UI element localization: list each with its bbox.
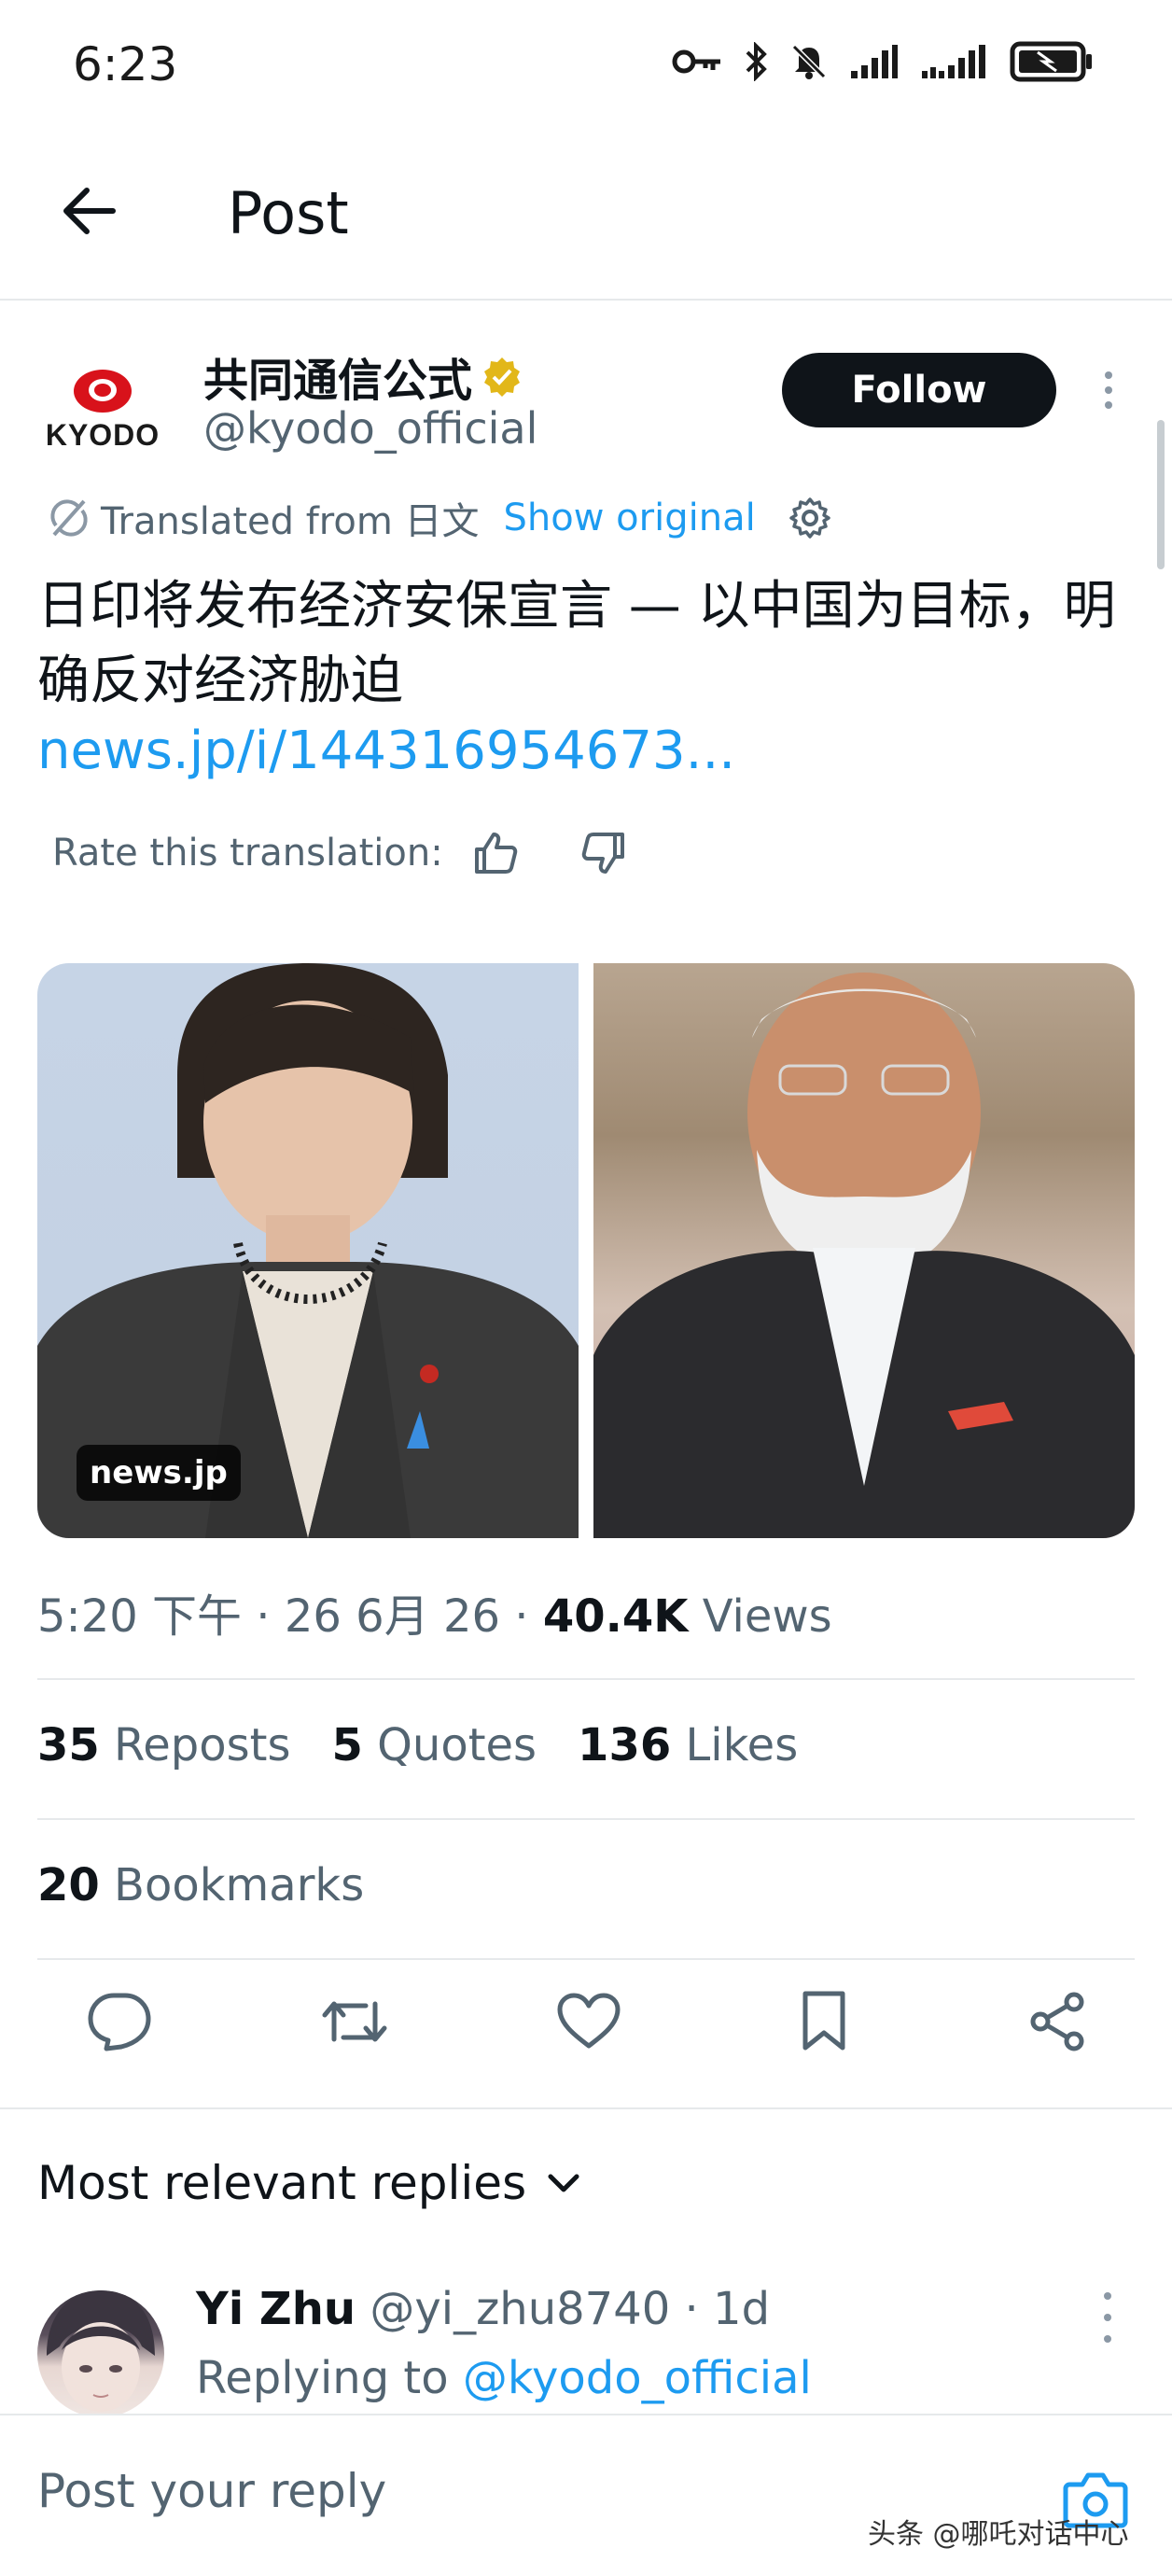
thumbs-down-icon[interactable] <box>579 829 628 877</box>
divider <box>37 1818 1135 1820</box>
replying-prefix: Replying to <box>196 2352 463 2404</box>
thumbs-up-icon[interactable] <box>471 829 520 877</box>
post-text: 日印将发布经济安保宣言 — 以中国为目标，明确反对经济胁迫 <box>37 576 1116 711</box>
mute-icon <box>791 44 827 79</box>
quotes-stat[interactable]: 5 Quotes <box>331 1719 537 1771</box>
rate-translation-row: Rate this translation: <box>52 829 628 877</box>
post-timestamp-views: 5:20 下午 · 26 6月 26 · 40.4K Views <box>37 1579 832 1645</box>
reply-input[interactable]: Post your reply <box>37 2464 386 2518</box>
share-button[interactable] <box>1021 1984 1095 2059</box>
arrow-left-icon <box>63 188 116 234</box>
translate-icon <box>50 499 88 537</box>
more-dot-icon <box>1105 386 1112 394</box>
kyodo-logo-mark <box>74 369 132 413</box>
views-count: 40.4K <box>542 1590 689 1643</box>
share-icon <box>1030 1992 1084 2051</box>
status-icons <box>672 41 1094 82</box>
author-name-text: 共同通信公式 <box>203 355 473 407</box>
bookmarks-count: 20 <box>37 1859 100 1911</box>
comment-icon <box>88 1993 151 2051</box>
watermark-text: 头条 @哪吒对话中心 <box>868 2518 1129 2551</box>
reply-more-options[interactable] <box>1094 2292 1122 2343</box>
author-avatar[interactable]: KYODO <box>37 355 168 467</box>
replies-sort-dropdown[interactable]: Most relevant replies <box>37 2156 582 2210</box>
views-label: Views <box>688 1590 832 1643</box>
more-dot-icon <box>1104 2292 1111 2300</box>
translation-row: Translated from 日文 Show original <box>49 491 832 545</box>
post-media[interactable]: news.jp <box>37 963 1135 1538</box>
show-original-link[interactable]: Show original <box>504 497 756 539</box>
replying-handle-link[interactable]: @kyodo_official <box>463 2352 812 2404</box>
post-time: 5:20 下午 · 26 6月 26 · <box>37 1590 543 1643</box>
bookmark-icon <box>802 1991 844 2051</box>
more-dot-icon <box>1105 401 1112 409</box>
key-icon <box>672 49 720 74</box>
more-dot-icon <box>1105 371 1112 379</box>
signal-icon <box>851 45 898 78</box>
engagement-stats: 35 Reposts 5 Quotes 136 Likes <box>37 1719 798 1771</box>
post-link[interactable]: news.jp/i/144316954673... <box>37 721 735 781</box>
reply-header: Yi Zhu @yi_zhu8740 · 1d <box>196 2283 770 2335</box>
more-options-button[interactable] <box>1090 362 1127 418</box>
anime-avatar-image <box>47 2290 155 2412</box>
signal-icon-2 <box>922 45 985 78</box>
battery-icon <box>1010 41 1092 82</box>
back-button[interactable] <box>54 177 121 245</box>
reply-handle-time: @yi_zhu8740 · 1d <box>356 2283 771 2335</box>
divider <box>37 1958 1135 1960</box>
author-name[interactable]: 共同通信公式 <box>203 343 523 409</box>
author-handle[interactable]: @kyodo_official <box>203 403 537 454</box>
verified-badge-icon <box>484 357 521 397</box>
section-divider <box>0 2107 1172 2109</box>
portrait-man-image <box>593 973 1135 1538</box>
rate-label: Rate this translation: <box>52 832 443 875</box>
reply-avatar[interactable] <box>37 2290 164 2417</box>
quotes-count: 5 <box>331 1719 363 1771</box>
action-bar <box>37 1984 1135 2059</box>
more-dot-icon <box>1104 2335 1111 2343</box>
reply-author-name[interactable]: Yi Zhu <box>196 2283 356 2335</box>
more-dot-icon <box>1104 2314 1111 2321</box>
bookmarks-label: Bookmarks <box>99 1859 365 1911</box>
media-source-badge: news.jp <box>77 1445 241 1501</box>
scrollbar[interactable] <box>1157 420 1165 569</box>
reply-button[interactable] <box>82 1984 157 2059</box>
photo-right[interactable] <box>593 963 1135 1538</box>
replying-to: Replying to @kyodo_official <box>196 2352 812 2404</box>
kyodo-logo-text: KYODO <box>45 417 160 452</box>
likes-stat[interactable]: 136 Likes <box>578 1719 798 1771</box>
photo-left[interactable]: news.jp <box>37 963 579 1538</box>
likes-count: 136 <box>578 1719 672 1771</box>
header-divider <box>0 299 1172 301</box>
reposts-stat[interactable]: 35 Reposts <box>37 1719 290 1771</box>
bookmarks-stat[interactable]: 20 Bookmarks <box>37 1859 364 1911</box>
replies-sort-label: Most relevant replies <box>37 2156 527 2210</box>
page-title: Post <box>228 179 349 247</box>
reposts-label: Reposts <box>99 1719 291 1771</box>
reposts-count: 35 <box>37 1719 100 1771</box>
gear-icon[interactable] <box>788 496 832 540</box>
bookmark-button[interactable] <box>787 1984 861 2059</box>
chevron-down-icon <box>548 2174 579 2192</box>
repost-button[interactable] <box>317 1984 392 2059</box>
divider <box>37 1678 1135 1680</box>
follow-button[interactable]: Follow <box>782 353 1056 427</box>
repost-icon <box>322 2001 386 2042</box>
heart-icon <box>557 1993 621 2049</box>
quotes-label: Quotes <box>362 1719 537 1771</box>
likes-label: Likes <box>671 1719 799 1771</box>
translated-label: Translated from 日文 <box>101 500 480 543</box>
like-button[interactable] <box>551 1984 626 2059</box>
bluetooth-icon <box>746 42 767 81</box>
status-time: 6:23 <box>73 37 178 91</box>
